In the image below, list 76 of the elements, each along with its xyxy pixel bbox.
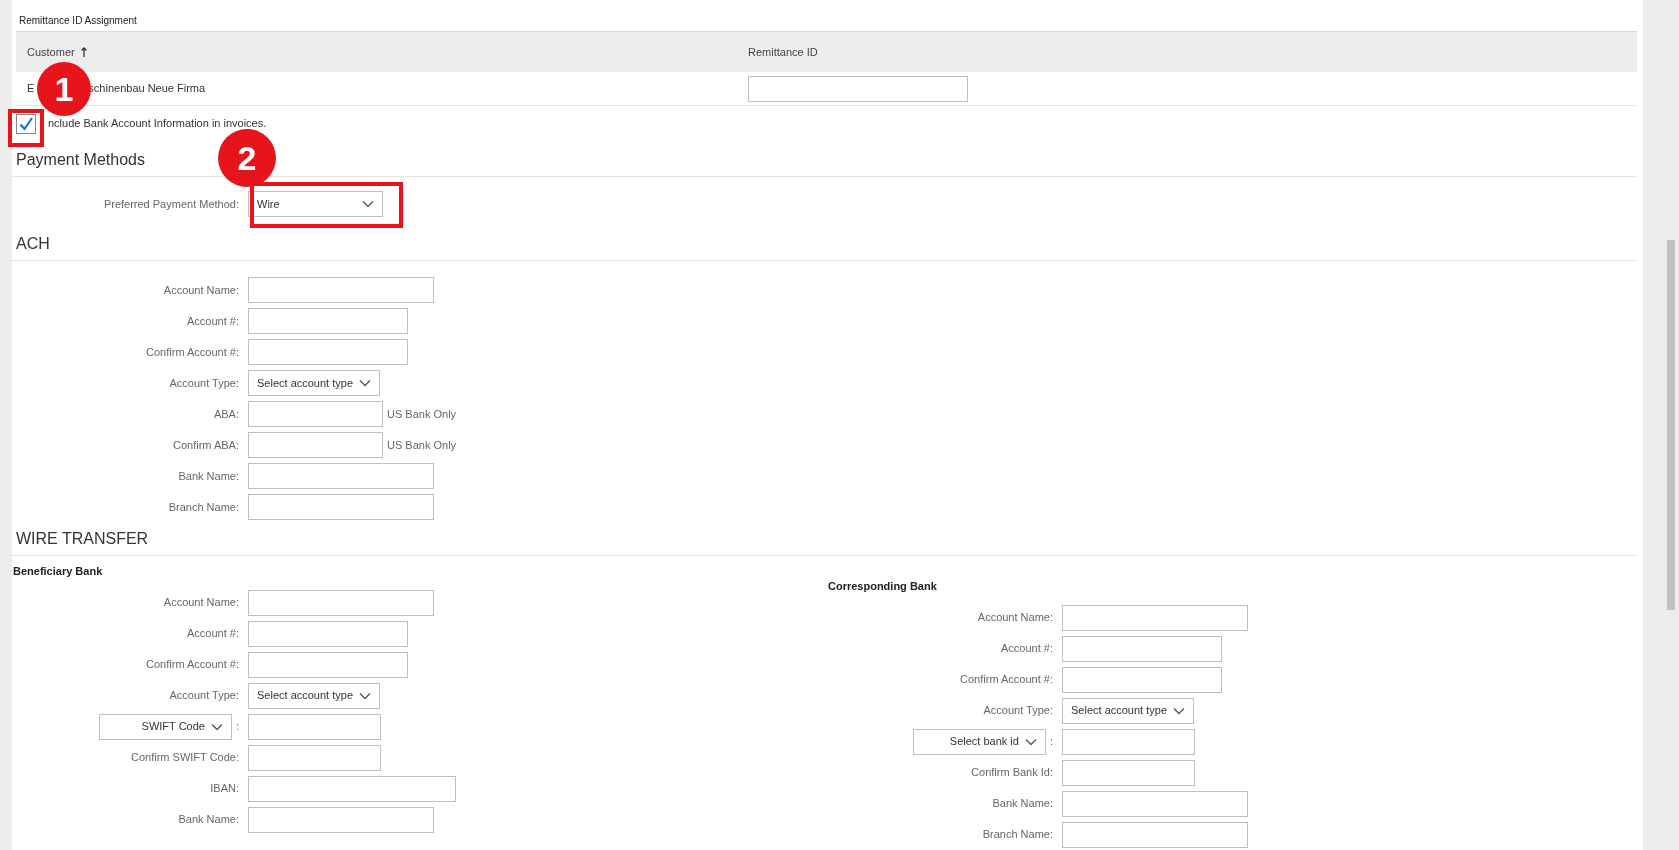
field-label: Confirm Account #: [146, 345, 239, 361]
subsection-heading: Corresponding Bank [828, 578, 937, 594]
text-field[interactable] [248, 775, 456, 802]
field-label: Confirm ABA: [172, 438, 239, 454]
field-label: Branch Name: [982, 827, 1053, 843]
column-header[interactable]: Remittance ID [748, 43, 818, 61]
text-field[interactable] [1062, 666, 1222, 693]
field-label: Account #: [187, 626, 239, 642]
section-heading: ACH [16, 233, 50, 254]
field-label: Confirm Bank Id: [971, 765, 1053, 781]
sort-ascending-icon [80, 46, 87, 58]
text-field[interactable] [248, 339, 408, 366]
field-label: Confirm Account #: [146, 657, 239, 673]
field-label: Account #: [187, 314, 239, 330]
chevron-down-icon [362, 200, 374, 209]
column-header[interactable]: Customer [27, 43, 87, 61]
text-field[interactable] [248, 308, 408, 335]
text-field[interactable] [248, 620, 408, 647]
id-type-dropdown[interactable]: Select bank id [912, 728, 1046, 755]
field-label: Confirm SWIFT Code: [131, 750, 239, 766]
section-heading: WIRE TRANSFER [16, 529, 149, 549]
text-field[interactable] [248, 494, 434, 521]
field-label: Branch Name: [168, 500, 239, 516]
chevron-down-icon [210, 722, 223, 731]
field-note: US Bank Only [387, 407, 457, 423]
remittance-id-field[interactable] [748, 75, 968, 102]
chevron-down-icon [359, 379, 371, 388]
field-note: US Bank Only [387, 438, 457, 454]
payment-method-dropdown[interactable]: Wire [248, 191, 383, 218]
text-field[interactable] [248, 806, 434, 833]
account-type-dropdown[interactable]: Select account type [1062, 697, 1194, 724]
text-field[interactable] [248, 432, 383, 459]
field-label: Account Type: [169, 376, 239, 392]
chevron-down-icon [359, 691, 371, 700]
account-type-dropdown[interactable]: Select account type [248, 682, 380, 709]
text-field[interactable] [1062, 821, 1248, 848]
subsection-heading: Beneficiary Bank [13, 564, 103, 580]
checkbox-label: nclude Bank Account Information in invoices. [48, 116, 267, 132]
account-type-dropdown[interactable]: Select account type [248, 370, 380, 397]
text-field[interactable] [248, 589, 434, 616]
text-field[interactable] [248, 713, 381, 740]
field-label: Preferred Payment Method: [103, 197, 239, 213]
chevron-down-icon [1024, 737, 1037, 746]
customer-name: E [27, 81, 35, 97]
chevron-down-icon [1173, 706, 1185, 715]
section-heading: Payment Methods [16, 150, 145, 171]
section-title: Remittance ID Assignment [19, 14, 137, 29]
text-field[interactable] [1062, 728, 1195, 755]
highlight-frame [8, 109, 44, 147]
field-label: Confirm Account #: [960, 672, 1053, 688]
colon-label: : [1049, 734, 1053, 750]
field-label: Bank Name: [992, 796, 1053, 812]
field-label: Account Name: [163, 283, 239, 299]
scrollbar[interactable] [1643, 0, 1679, 850]
colon-label: : [235, 719, 239, 735]
text-field[interactable] [1062, 635, 1222, 662]
text-field[interactable] [1062, 790, 1248, 817]
text-field[interactable] [248, 277, 434, 304]
field-label: IBAN: [210, 781, 239, 797]
field-label: Bank Name: [178, 812, 239, 828]
field-label: Account #: [1001, 641, 1053, 657]
text-field[interactable] [248, 463, 434, 490]
field-label: Account Type: [983, 703, 1053, 719]
field-label: ABA: [213, 407, 239, 423]
field-label: Account Name: [977, 610, 1053, 626]
text-field[interactable] [1062, 604, 1248, 631]
checkmark-icon [18, 115, 34, 132]
id-type-dropdown[interactable]: SWIFT Code [98, 713, 232, 740]
text-field[interactable] [248, 651, 408, 678]
text-field[interactable] [248, 401, 383, 428]
text-field[interactable] [1062, 759, 1195, 786]
field-label: Account Type: [169, 688, 239, 704]
field-label: Bank Name: [178, 469, 239, 485]
checkbox[interactable] [16, 113, 36, 134]
field-label: Account Name: [163, 595, 239, 611]
text-field[interactable] [248, 744, 381, 771]
